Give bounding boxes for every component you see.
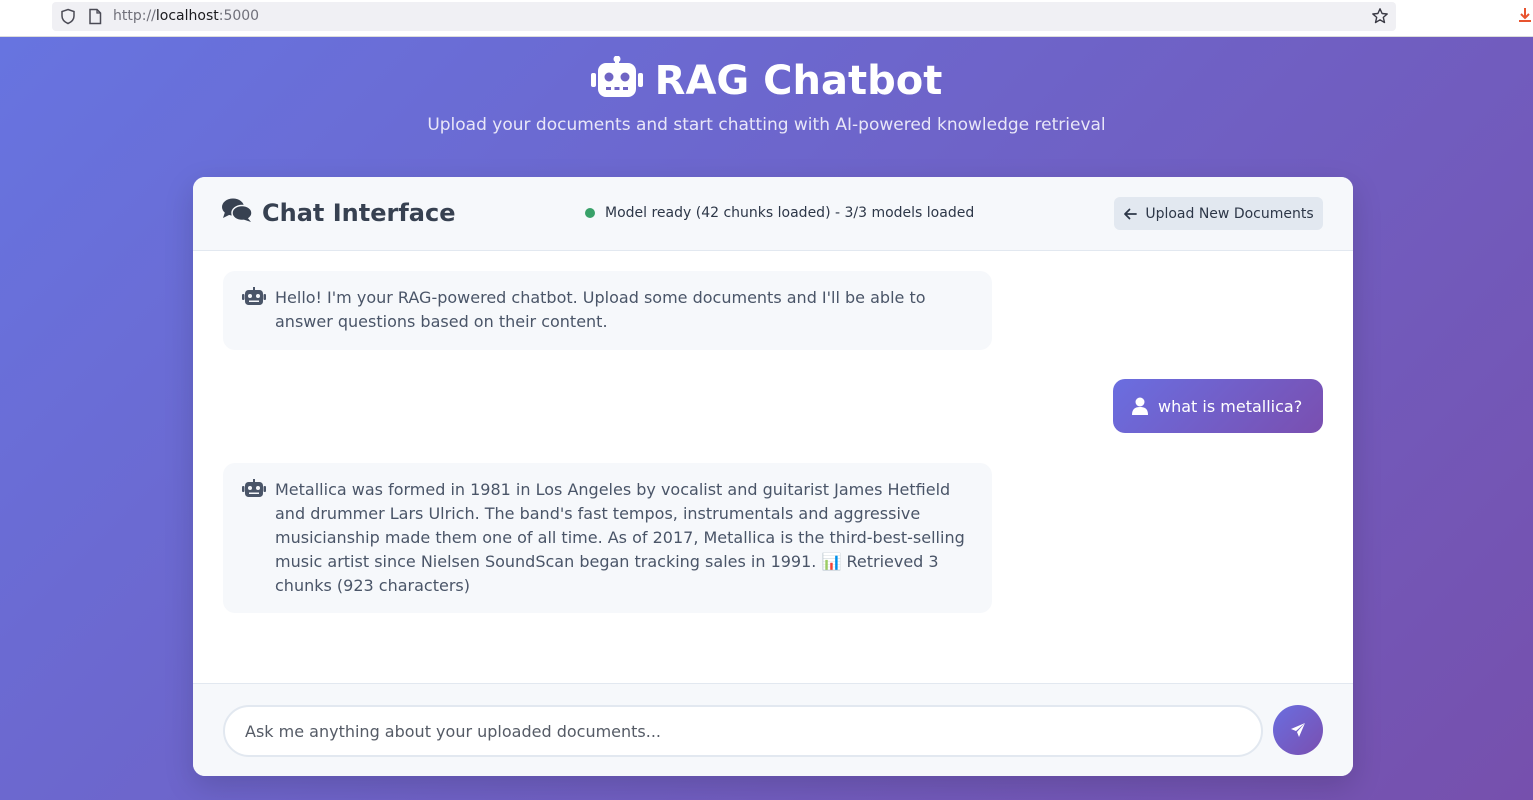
robot-icon: [242, 287, 266, 312]
user-message: what is metallica?: [1113, 379, 1323, 433]
model-status: Model ready (42 chunks loaded) - 3/3 mod…: [585, 205, 974, 221]
app-subtitle: Upload your documents and start chatting…: [427, 115, 1106, 135]
chat-header: Chat Interface Model ready (42 chunks lo…: [193, 177, 1353, 251]
chat-title-text: Chat Interface: [262, 199, 456, 227]
shield-icon[interactable]: [60, 8, 76, 29]
url-host: localhost: [155, 8, 219, 24]
download-icon[interactable]: [1518, 6, 1533, 30]
chat-input[interactable]: [223, 705, 1263, 757]
send-button[interactable]: [1273, 705, 1323, 755]
page-icon: [88, 8, 102, 29]
robot-icon: [590, 55, 643, 111]
status-text: Model ready (42 chunks loaded) - 3/3 mod…: [605, 205, 975, 221]
upload-new-documents-button[interactable]: Upload New Documents: [1114, 197, 1323, 230]
browser-toolbar: http://localhost:5000: [0, 0, 1533, 37]
arrow-left-icon: [1124, 208, 1138, 219]
user-icon: [1132, 397, 1148, 415]
upload-button-label: Upload New Documents: [1145, 205, 1314, 222]
message-text: what is metallica?: [1158, 396, 1303, 416]
page-background: RAG Chatbot Upload your documents and st…: [0, 37, 1533, 800]
url-bar[interactable]: http://localhost:5000: [52, 2, 1396, 31]
chat-title: Chat Interface: [221, 197, 455, 229]
bot-message: Metallica was formed in 1981 in Los Ange…: [223, 463, 992, 613]
send-icon: [1291, 723, 1305, 737]
app-title: RAG Chatbot: [0, 55, 1533, 111]
url-scheme: http://: [113, 8, 156, 24]
chat-card: Chat Interface Model ready (42 chunks lo…: [193, 177, 1353, 776]
app-title-text: RAG Chatbot: [654, 58, 943, 104]
chat-input-area: [193, 683, 1353, 776]
bot-message: Hello! I'm your RAG-powered chatbot. Upl…: [223, 271, 992, 350]
bookmark-star-icon[interactable]: [1371, 7, 1389, 29]
robot-icon: [242, 479, 266, 504]
comments-icon: [221, 197, 253, 229]
message-text: Metallica was formed in 1981 in Los Ange…: [275, 480, 965, 595]
status-dot: [585, 208, 595, 218]
url-port: :5000: [218, 8, 260, 24]
messages-area[interactable]: Hello! I'm your RAG-powered chatbot. Upl…: [193, 252, 1353, 684]
url-text[interactable]: http://localhost:5000: [113, 8, 259, 24]
message-text: Hello! I'm your RAG-powered chatbot. Upl…: [275, 288, 926, 331]
